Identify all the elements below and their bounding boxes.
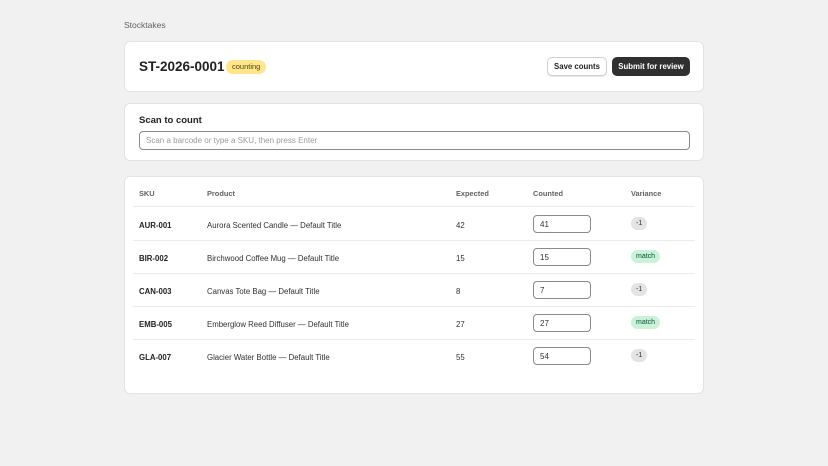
variance-badge: -1	[631, 349, 648, 362]
table-row: BIR-002 Birchwood Coffee Mug — Default T…	[133, 241, 695, 274]
sku-cell: GLA-007	[139, 353, 172, 362]
product-cell: Glacier Water Bottle — Default Title	[207, 353, 330, 362]
counted-input[interactable]	[533, 248, 591, 266]
counted-input[interactable]	[533, 281, 591, 299]
product-cell: Canvas Tote Bag — Default Title	[207, 287, 320, 296]
counted-input[interactable]	[533, 347, 591, 365]
column-header-counted: Counted	[533, 189, 563, 198]
product-cell: Aurora Scented Candle — Default Title	[207, 221, 342, 230]
variance-badge: match	[631, 316, 661, 329]
header-divider	[133, 206, 695, 207]
table-row: GLA-007 Glacier Water Bottle — Default T…	[133, 340, 695, 373]
column-header-variance: Variance	[631, 189, 662, 198]
counted-input[interactable]	[533, 314, 591, 332]
sku-cell: BIR-002	[139, 254, 169, 263]
table-row: CAN-003 Canvas Tote Bag — Default Title …	[133, 274, 695, 307]
column-header-product: Product	[207, 189, 235, 198]
product-cell: Birchwood Coffee Mug — Default Title	[207, 254, 340, 263]
page-title: ST-2026-0001	[139, 59, 225, 74]
expected-cell: 15	[456, 254, 465, 263]
breadcrumb-stocktakes[interactable]: Stocktakes	[124, 20, 166, 30]
expected-cell: 55	[456, 353, 465, 362]
expected-cell: 27	[456, 320, 465, 329]
scan-card: Scan to count	[124, 103, 704, 161]
column-header-expected: Expected	[456, 189, 489, 198]
expected-cell: 42	[456, 221, 465, 230]
scan-input[interactable]	[139, 131, 690, 150]
table-row: AUR-001 Aurora Scented Candle — Default …	[133, 208, 695, 241]
table-row: EMB-005 Emberglow Reed Diffuser — Defaul…	[133, 307, 695, 340]
stocktake-header-card: ST-2026-0001 counting Save counts Submit…	[124, 41, 704, 92]
variance-badge: match	[631, 250, 661, 263]
sku-cell: EMB-005	[139, 320, 172, 329]
expected-cell: 8	[456, 287, 461, 296]
product-cell: Emberglow Reed Diffuser — Default Title	[207, 320, 349, 329]
count-table-card: SKU Product Expected Counted Variance AU…	[124, 176, 704, 394]
counted-input[interactable]	[533, 215, 591, 233]
variance-badge: -1	[631, 283, 648, 296]
scan-title: Scan to count	[139, 115, 202, 126]
submit-for-review-button[interactable]: Submit for review	[612, 57, 690, 76]
column-header-sku: SKU	[139, 189, 155, 198]
variance-badge: -1	[631, 217, 648, 230]
save-counts-button[interactable]: Save counts	[547, 57, 607, 76]
status-badge: counting	[226, 60, 267, 74]
sku-cell: CAN-003	[139, 287, 172, 296]
sku-cell: AUR-001	[139, 221, 172, 230]
